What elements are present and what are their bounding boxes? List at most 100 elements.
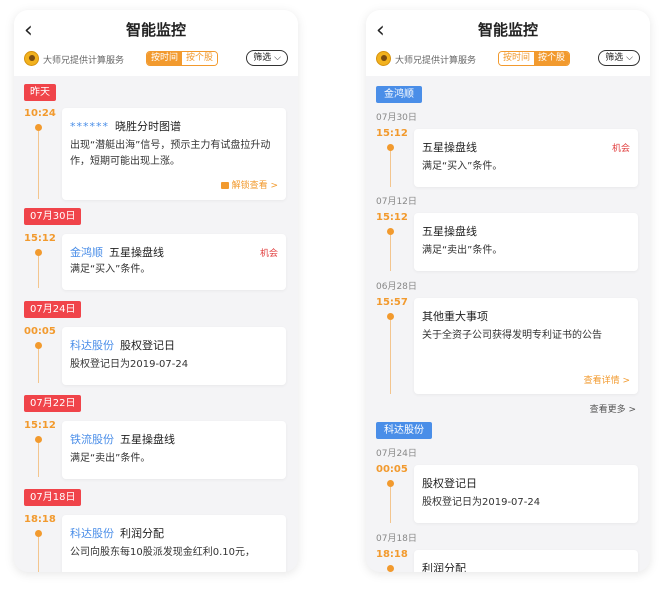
event-feed[interactable]: 昨天 10:24 ****** 晓胜分时图谱 出现“潜艇出海”信号，预示主力有试盘… — [14, 76, 298, 572]
page-title: 智能监控 — [125, 21, 186, 39]
event-time: 15:12 — [24, 420, 56, 431]
unlock-link[interactable]: 解锁查看 > — [220, 178, 278, 191]
event-description: 满足“买入”条件。 — [422, 161, 503, 172]
event-time: 00:05 — [376, 464, 408, 475]
event-time: 10:24 — [24, 108, 56, 119]
timeline-line — [38, 537, 39, 572]
card-heading: 铁流股份 五星操盘线 — [70, 431, 175, 447]
stock-name-link[interactable]: 铁流股份 — [70, 433, 114, 446]
event-date: 07月18日 — [376, 534, 417, 544]
event-card[interactable]: 五星操盘线 机会 满足“买入”条件。 — [414, 129, 638, 187]
event-card[interactable]: 利润分配 — [414, 550, 638, 572]
event-card[interactable]: 科达股份 股权登记日 股权登记日为2019-07-24 — [62, 327, 286, 385]
monitor-screen-by-stock: ‹ 智能监控 大师兄提供计算服务 按时间 按个股 筛选 ⌵ 金鸿顺 07月30日… — [366, 10, 650, 572]
event-time: 18:18 — [376, 549, 408, 560]
card-heading: 利润分配 — [422, 560, 466, 572]
provider-text: 大师兄提供计算服务 — [43, 56, 125, 66]
event-card[interactable]: 股权登记日 股权登记日为2019-07-24 — [414, 465, 638, 523]
strategy-name: 晓胜分时图谱 — [115, 120, 181, 133]
event-card[interactable]: 五星操盘线 满足“卖出”条件。 — [414, 213, 638, 271]
card-heading: 股权登记日 — [422, 475, 477, 491]
card-heading: 五星操盘线 — [422, 139, 477, 155]
timeline-dot — [387, 228, 394, 235]
tab-by-stock[interactable]: 按个股 — [533, 52, 569, 65]
chevron-down-icon: ⌵ — [626, 53, 633, 63]
timeline-dot — [35, 436, 42, 443]
filter-label: 筛选 — [605, 53, 624, 63]
timeline-dot — [387, 565, 394, 572]
event-card[interactable]: 金鸿顺 五星操盘线 机会 满足“买入”条件。 — [62, 234, 286, 290]
strategy-name: 五星操盘线 — [120, 433, 175, 446]
timeline-line — [390, 487, 391, 523]
event-card[interactable]: 铁流股份 五星操盘线 满足“卖出”条件。 — [62, 421, 286, 479]
event-card[interactable]: 科达股份 利润分配 公司向股东每10股派发现金红利0.10元， — [62, 515, 286, 572]
timeline-line — [38, 443, 39, 477]
event-time: 15:12 — [376, 212, 408, 223]
event-description: 关于全资子公司获得发明专利证书的公告 — [422, 330, 602, 341]
event-description: 满足“卖出”条件。 — [70, 453, 151, 464]
opportunity-tag: 机会 — [259, 249, 278, 259]
strategy-name: 五星操盘线 — [422, 225, 477, 238]
unlock-label: 解锁查看 > — [231, 181, 278, 191]
provider-row: 大师兄提供计算服务 按时间 按个股 筛选 ⌵ — [24, 50, 288, 68]
strategy-name: 五星操盘线 — [422, 141, 477, 154]
event-description: 出现“潜艇出海”信号，预示主力有试盘拉升动作，短期可能出现上涨。 — [70, 140, 271, 167]
event-time: 15:12 — [376, 128, 408, 139]
view-more-link[interactable]: 查看更多 > — [590, 402, 636, 415]
timeline-line — [390, 151, 391, 187]
strategy-name: 五星操盘线 — [109, 246, 164, 259]
event-feed[interactable]: 金鸿顺 07月30日 15:12 五星操盘线 机会 满足“买入”条件。 07月1… — [366, 76, 650, 572]
date-badge: 07月30日 — [24, 208, 82, 225]
strategy-name: 利润分配 — [422, 562, 466, 572]
timeline-dot — [35, 530, 42, 537]
date-badge: 07月18日 — [24, 489, 82, 506]
timeline-dot — [35, 249, 42, 256]
stock-name-link[interactable]: 科达股份 — [70, 339, 114, 352]
card-heading: 科达股份 股权登记日 — [70, 337, 175, 353]
filter-label: 筛选 — [253, 53, 272, 63]
stock-name-link[interactable]: 金鸿顺 — [70, 246, 103, 259]
date-badge: 07月22日 — [24, 395, 82, 412]
timeline-dot — [387, 480, 394, 487]
event-description: 满足“卖出”条件。 — [422, 245, 503, 256]
opportunity-tag: 机会 — [611, 144, 630, 154]
provider-text: 大师兄提供计算服务 — [395, 56, 477, 66]
timeline-line — [390, 235, 391, 271]
tab-by-time[interactable]: 按时间 — [498, 52, 534, 65]
date-badge: 07月24日 — [24, 301, 82, 318]
stock-group-badge[interactable]: 金鸿顺 — [376, 86, 422, 103]
timeline-dot — [387, 144, 394, 151]
filter-button[interactable]: 筛选 ⌵ — [598, 50, 640, 66]
event-date: 07月12日 — [376, 197, 417, 207]
view-details-link[interactable]: 查看详情 > — [584, 373, 630, 386]
top-bar: ‹ 智能监控 大师兄提供计算服务 按时间 按个股 筛选 ⌵ — [14, 10, 298, 76]
event-card[interactable]: ****** 晓胜分时图谱 出现“潜艇出海”信号，预示主力有试盘拉升动作，短期可能… — [62, 108, 286, 200]
event-description: 公司向股东每10股派发现金红利0.10元， — [70, 547, 255, 558]
timeline-line — [390, 320, 391, 394]
monitor-screen-by-time: ‹ 智能监控 大师兄提供计算服务 按时间 按个股 筛选 ⌵ 昨天 10:24 *… — [14, 10, 298, 572]
card-heading: 其他重大事项 — [422, 308, 488, 324]
event-description: 股权登记日为2019-07-24 — [70, 359, 189, 370]
tab-by-time[interactable]: 按时间 — [146, 52, 182, 65]
stock-group-badge[interactable]: 科达股份 — [376, 422, 432, 439]
timeline-dot — [35, 342, 42, 349]
sort-toggle: 按时间 按个股 — [497, 51, 570, 66]
card-heading: ****** 晓胜分时图谱 — [70, 118, 181, 134]
event-time: 15:12 — [24, 233, 56, 244]
tab-by-stock[interactable]: 按个股 — [181, 52, 217, 65]
event-date: 07月30日 — [376, 113, 417, 123]
chevron-down-icon: ⌵ — [274, 53, 281, 63]
page-title: 智能监控 — [477, 21, 538, 39]
strategy-name: 利润分配 — [120, 527, 164, 540]
stock-name-link[interactable]: 科达股份 — [70, 527, 114, 540]
event-card[interactable]: 其他重大事项 关于全资子公司获得发明专利证书的公告 查看详情 > — [414, 298, 638, 394]
card-heading: 科达股份 利润分配 — [70, 525, 164, 541]
master-avatar-icon — [376, 51, 391, 66]
filter-button[interactable]: 筛选 ⌵ — [246, 50, 288, 66]
event-time: 15:57 — [376, 297, 408, 308]
strategy-name: 股权登记日 — [422, 477, 477, 490]
strategy-name: 其他重大事项 — [422, 310, 488, 323]
timeline-dot — [35, 124, 42, 131]
event-time: 18:18 — [24, 514, 56, 525]
event-description: 股权登记日为2019-07-24 — [422, 497, 541, 508]
